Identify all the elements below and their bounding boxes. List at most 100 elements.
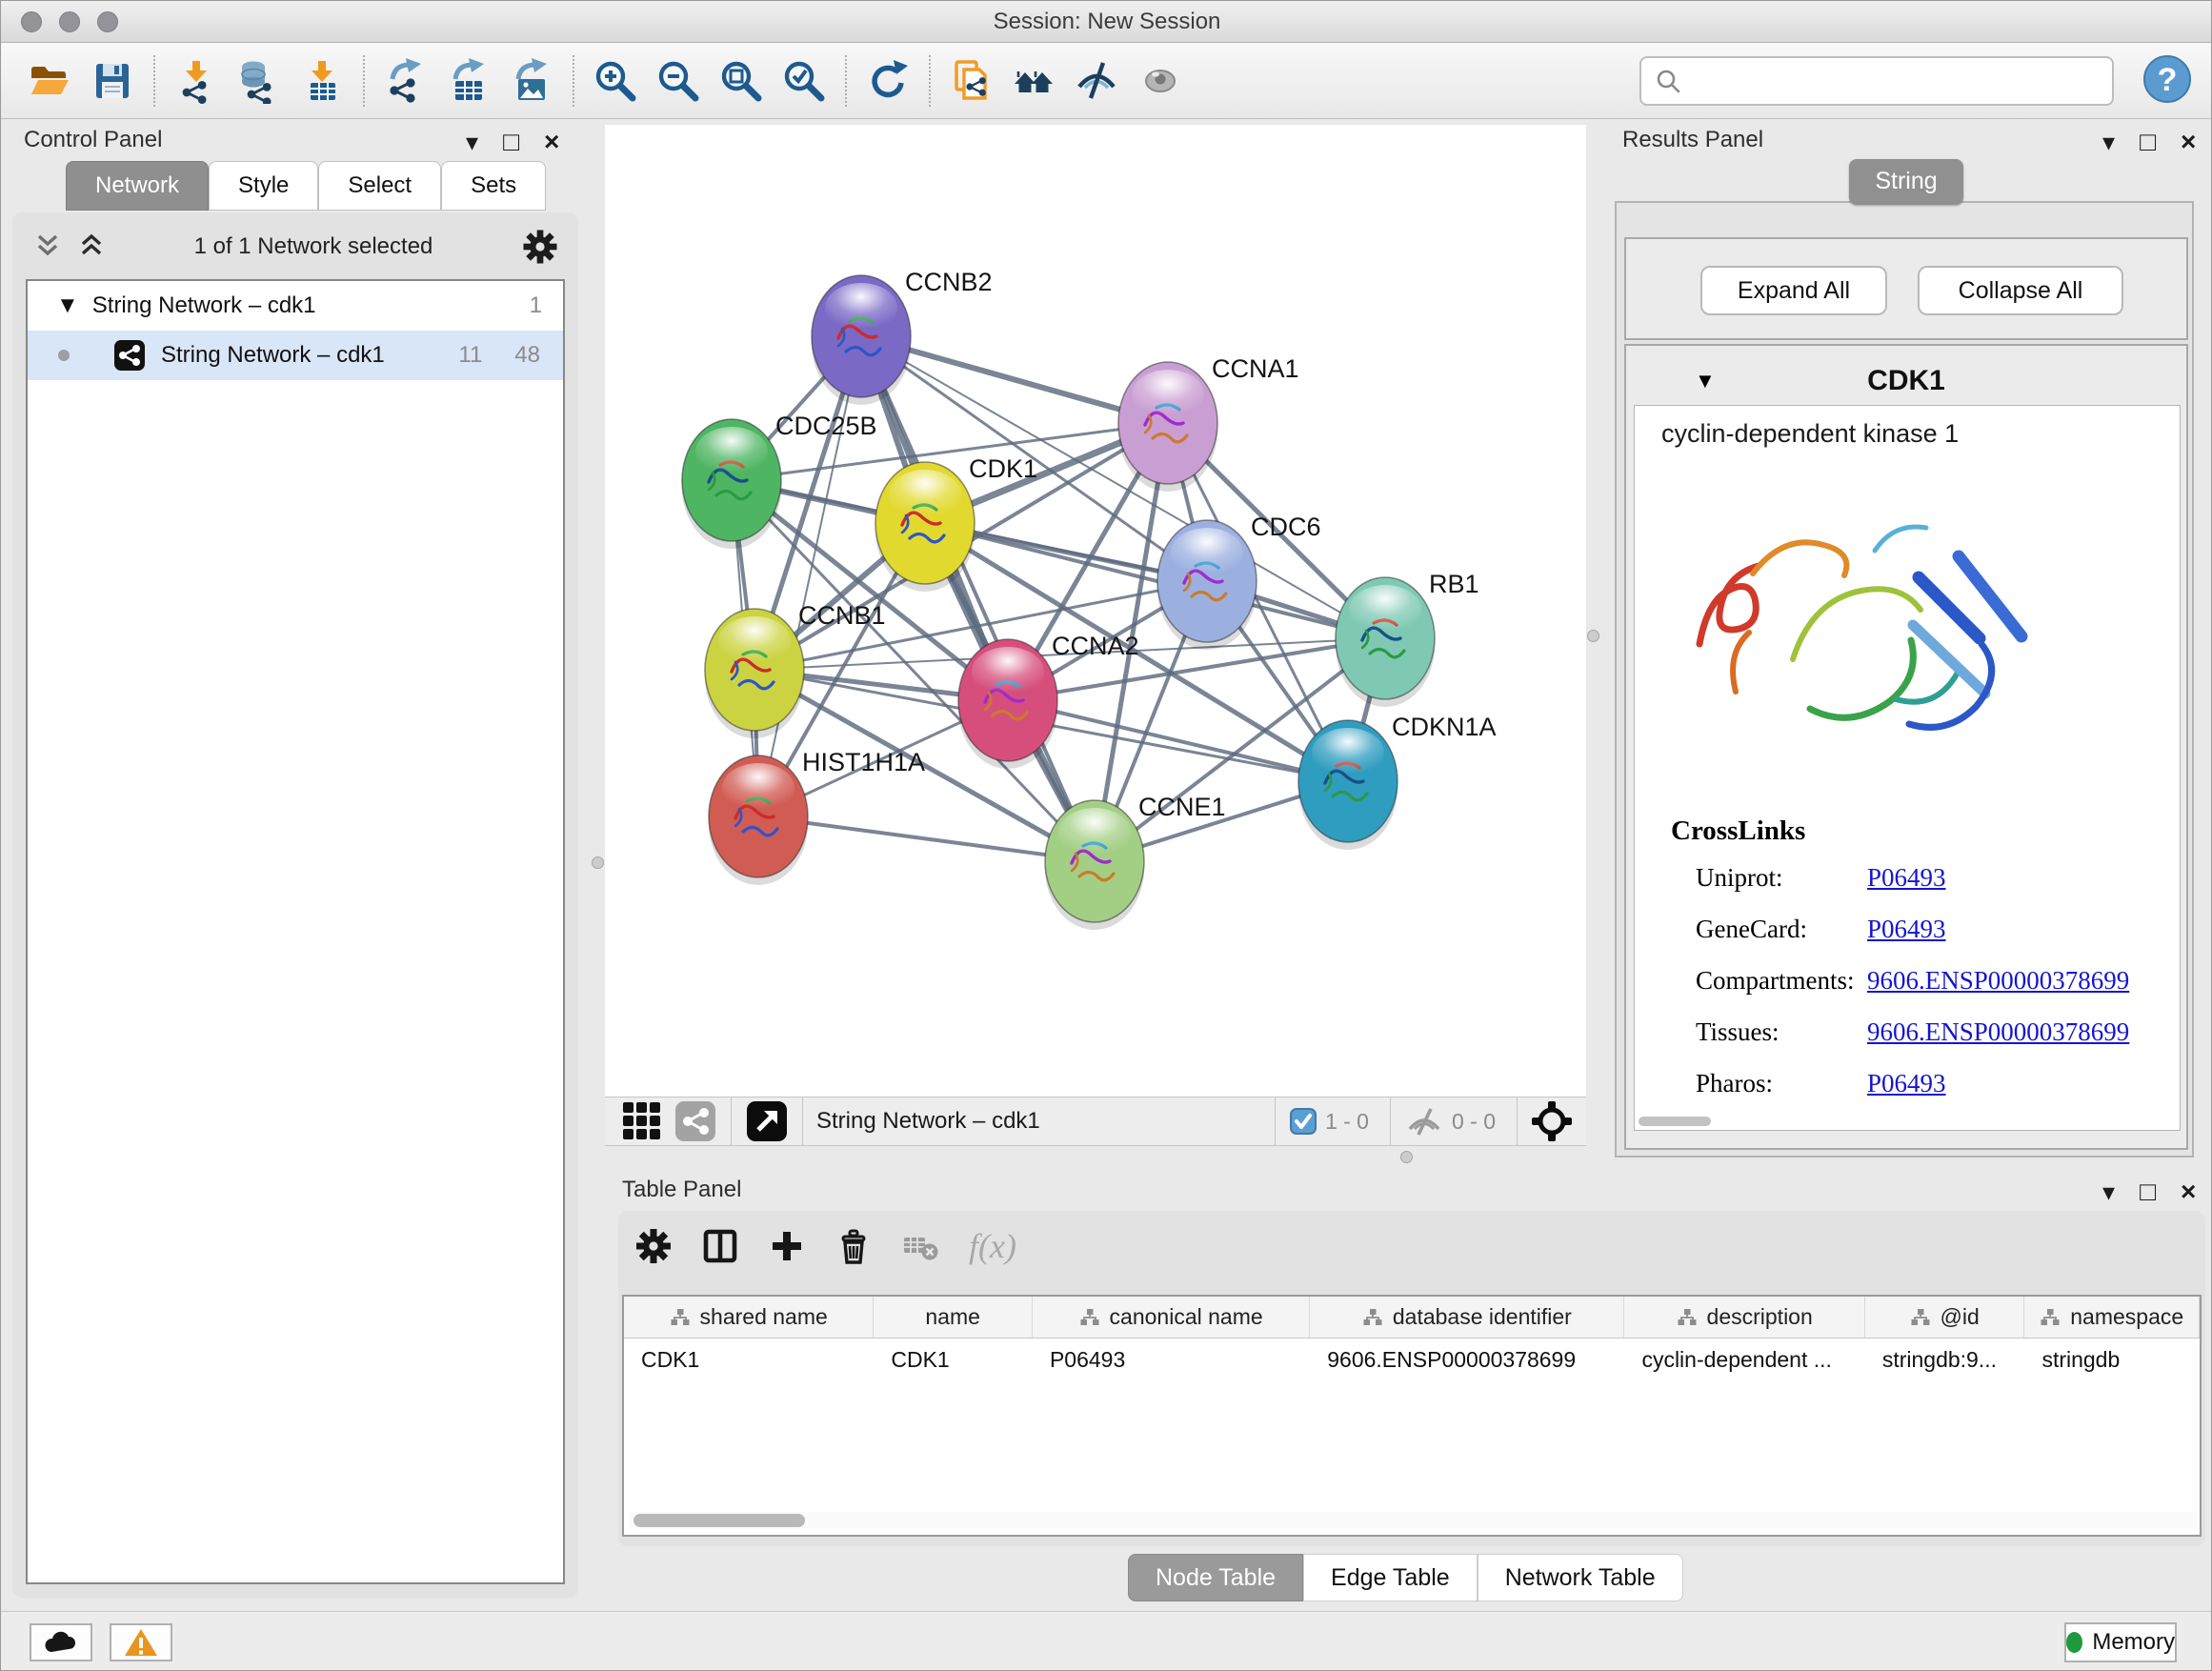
gear-button[interactable]: [635, 1228, 672, 1264]
birdseye-toggle-icon[interactable]: [1531, 1100, 1573, 1142]
zoom-in-button[interactable]: [584, 50, 647, 111]
column-header-sharedname[interactable]: shared name: [624, 1297, 874, 1338]
network-node-CCNA1[interactable]: CCNA1: [1118, 354, 1299, 492]
clone-network-button[interactable]: [940, 50, 1003, 111]
tab-sets[interactable]: Sets: [441, 161, 546, 211]
network-node-CCNB2[interactable]: CCNB2: [812, 268, 993, 405]
warning-button[interactable]: [110, 1623, 172, 1661]
crosslink-link[interactable]: P06493: [1867, 1069, 1946, 1097]
export-network-button[interactable]: [374, 50, 437, 111]
detach-view-icon[interactable]: [745, 1099, 789, 1143]
hide-panel-button[interactable]: [1066, 50, 1129, 111]
crosslink-link[interactable]: 9606.ENSP00000378699: [1867, 966, 2129, 995]
table-hscrollbar[interactable]: [630, 1512, 2198, 1529]
network-collection-row[interactable]: ▼ String Network – cdk1 1: [28, 281, 563, 331]
hidden-eye-icon[interactable]: [1404, 1104, 1444, 1138]
tab-select[interactable]: Select: [318, 161, 441, 211]
table-cell: stringdb: [2024, 1339, 2200, 1382]
columns-button[interactable]: [702, 1228, 738, 1264]
cloud-button[interactable]: [30, 1623, 92, 1661]
add-column-button[interactable]: [769, 1228, 805, 1264]
panel-float-icon[interactable]: □: [2140, 127, 2156, 157]
network-node-CDC6[interactable]: CDC6: [1157, 513, 1321, 650]
network-edge[interactable]: [1008, 700, 1348, 781]
table-row[interactable]: CDK1CDK1P064939606.ENSP00000378699cyclin…: [624, 1339, 2200, 1382]
delete-column-button[interactable]: [835, 1228, 872, 1264]
attribute-icon: [1677, 1308, 1698, 1327]
function-builder-button[interactable]: f(x): [969, 1226, 1016, 1266]
delete-table-button[interactable]: [902, 1228, 938, 1264]
right-splitter-grip[interactable]: [1587, 630, 1599, 642]
crosslink-link[interactable]: P06493: [1867, 915, 1946, 943]
export-image-button[interactable]: [500, 50, 563, 111]
network-edge[interactable]: [758, 816, 1095, 861]
panel-close-icon[interactable]: ×: [2181, 1177, 2196, 1207]
network-node-CCNE1[interactable]: CCNE1: [1045, 793, 1226, 930]
panel-menu-icon[interactable]: ▾: [2102, 128, 2115, 157]
help-button[interactable]: ?: [2141, 52, 2194, 106]
tab-network[interactable]: Network: [66, 161, 209, 211]
zoom-selected-button[interactable]: [773, 50, 835, 111]
network-edge[interactable]: [861, 336, 1095, 861]
network-node-CCNB1[interactable]: CCNB1: [705, 601, 886, 738]
column-header-name[interactable]: name: [874, 1297, 1033, 1338]
network-node-CDK1[interactable]: CDK1: [875, 454, 1037, 592]
tab-network-table[interactable]: Network Table: [1478, 1554, 1683, 1601]
column-header-description[interactable]: description: [1624, 1297, 1864, 1338]
panel-close-icon[interactable]: ×: [544, 127, 559, 157]
panel-menu-icon[interactable]: ▾: [2102, 1178, 2115, 1207]
network-view-icon[interactable]: [674, 1099, 717, 1143]
expand-all-icon[interactable]: [77, 233, 106, 260]
search-input[interactable]: [1691, 58, 2112, 104]
network-row[interactable]: String Network – cdk1 11 48: [28, 331, 563, 380]
left-splitter-grip[interactable]: [592, 856, 604, 869]
panel-float-icon[interactable]: □: [503, 127, 519, 157]
memory-button[interactable]: Memory: [2064, 1622, 2177, 1662]
column-header-namespace[interactable]: namespace: [2024, 1297, 2200, 1338]
crosslink-row: Uniprot:P06493: [1696, 863, 2172, 901]
save-button[interactable]: [81, 50, 144, 111]
table-cell: CDK1: [874, 1339, 1033, 1382]
export-table-button[interactable]: [437, 50, 500, 111]
tab-style[interactable]: Style: [209, 161, 318, 211]
network-canvas[interactable]: CCNB2 CCNA1 CDC25B C: [605, 125, 1586, 1097]
zoom-fit-icon: [718, 58, 764, 104]
panel-float-icon[interactable]: □: [2140, 1177, 2156, 1207]
grid-view-icon[interactable]: [620, 1099, 664, 1143]
network-node-HIST1H1A[interactable]: HIST1H1A: [709, 748, 925, 885]
gene-description: cyclin-dependent kinase 1: [1661, 419, 1959, 449]
network-node-CDKN1A[interactable]: CDKN1A: [1298, 713, 1497, 850]
column-header-databaseidentifier[interactable]: database identifier: [1310, 1297, 1624, 1338]
import-database-button[interactable]: [228, 50, 291, 111]
column-header-canonicalname[interactable]: canonical name: [1033, 1297, 1310, 1338]
crosslink-link[interactable]: P06493: [1867, 863, 1946, 892]
results-hscroll-thumb[interactable]: [1639, 1117, 1711, 1126]
collapse-all-icon[interactable]: [33, 233, 62, 260]
open-folder-button[interactable]: [18, 50, 81, 111]
gear-icon[interactable]: [521, 228, 559, 266]
expand-all-button[interactable]: Expand All: [1700, 266, 1887, 315]
collapse-triangle-icon[interactable]: ▼: [56, 292, 79, 319]
zoom-fit-button[interactable]: [710, 50, 773, 111]
birdseye-button[interactable]: [1129, 50, 1192, 111]
table-hscroll-thumb[interactable]: [633, 1514, 805, 1527]
node-label: CCNB1: [798, 601, 886, 630]
bottom-splitter-grip[interactable]: [1400, 1151, 1413, 1163]
tab-string[interactable]: String: [1849, 159, 1963, 205]
tab-edge-table[interactable]: Edge Table: [1303, 1554, 1478, 1601]
gallery-button[interactable]: [1003, 50, 1066, 111]
network-edge[interactable]: [758, 336, 861, 816]
network-node-RB1[interactable]: RB1: [1336, 570, 1479, 707]
column-header-id[interactable]: @id: [1865, 1297, 2025, 1338]
panel-close-icon[interactable]: ×: [2181, 127, 2196, 157]
import-table-button[interactable]: [291, 50, 353, 111]
refresh-button[interactable]: [856, 50, 919, 111]
crosslink-link[interactable]: 9606.ENSP00000378699: [1867, 1017, 2129, 1046]
tab-node-table[interactable]: Node Table: [1128, 1554, 1303, 1601]
import-network-button[interactable]: [165, 50, 228, 111]
zoom-out-button[interactable]: [647, 50, 710, 111]
collapse-all-button[interactable]: Collapse All: [1918, 266, 2123, 315]
network-node-CDC25B[interactable]: CDC25B: [682, 412, 877, 549]
panel-menu-icon[interactable]: ▾: [466, 128, 478, 157]
selected-checkbox-icon[interactable]: [1289, 1107, 1317, 1136]
